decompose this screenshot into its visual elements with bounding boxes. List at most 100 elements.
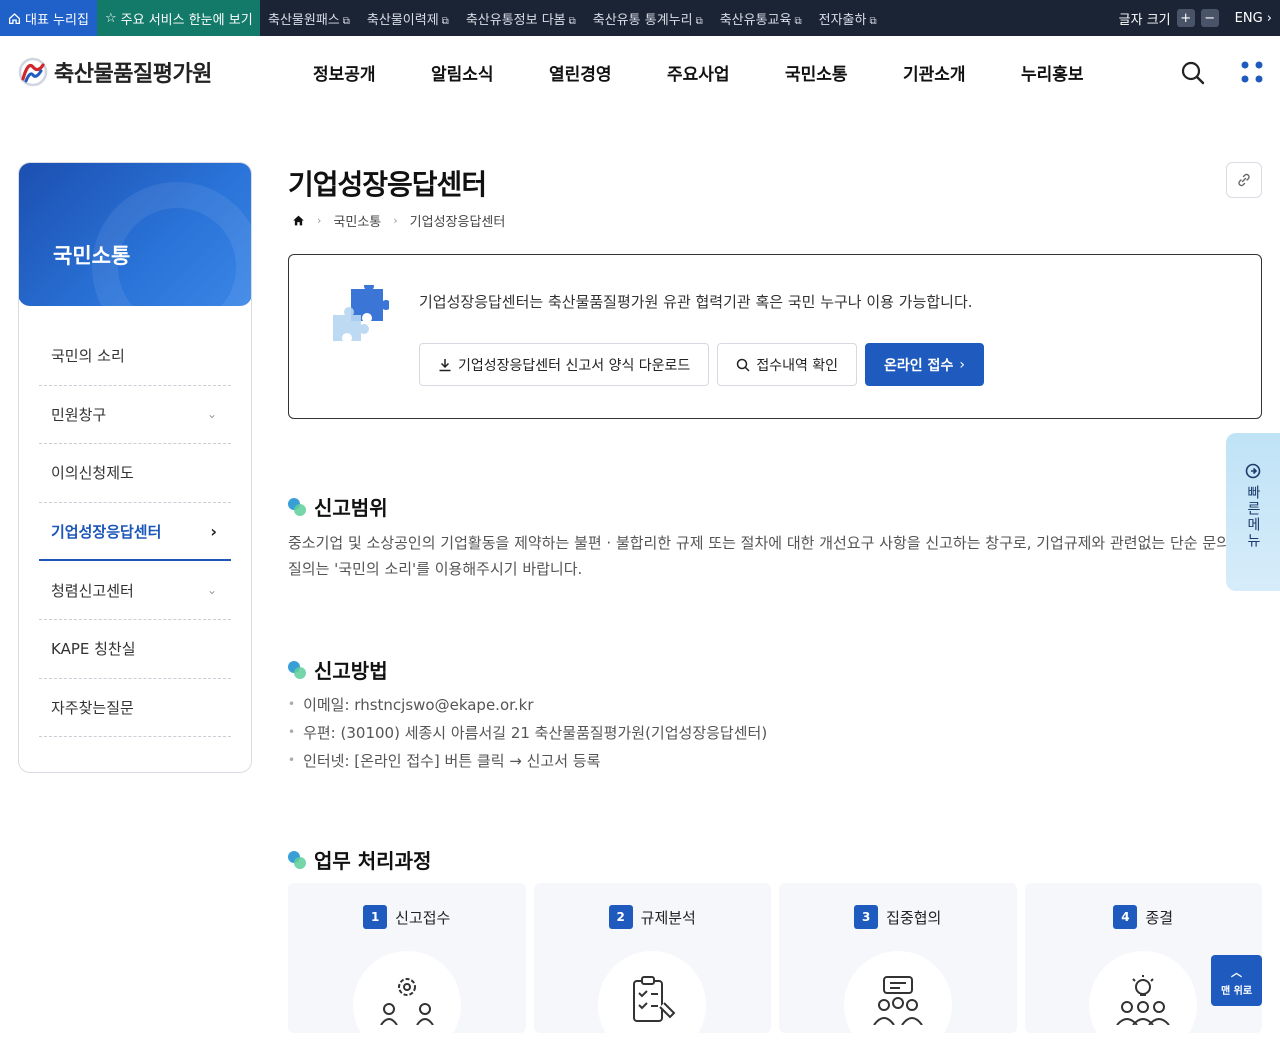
chevron-down-icon: ⌄: [206, 583, 217, 598]
side-item-civil-petition[interactable]: 민원창구 ⌄: [39, 386, 231, 445]
language-english-link[interactable]: ENG ›: [1235, 11, 1272, 26]
info-box: 기업성장응답센터는 축산물품질평가원 유관 협력기관 혹은 국민 누구나 이용 …: [288, 254, 1262, 419]
process-step: 3 집중협의: [779, 883, 1017, 1059]
nav-open-management[interactable]: 열린경영: [549, 60, 667, 85]
home-icon[interactable]: [292, 214, 305, 227]
info-description: 기업성장응답센터는 축산물품질평가원 유관 협력기관 혹은 국민 누구나 이용 …: [419, 293, 973, 311]
chevron-down-icon: ⌄: [206, 407, 217, 422]
breadcrumb-item[interactable]: 국민소통: [333, 211, 381, 230]
font-decrease-button[interactable]: −: [1200, 9, 1219, 27]
list-item: 인터넷: [온라인 접수] 버튼 클릭 → 신고서 등록: [288, 746, 767, 774]
chevron-up-icon: ︿: [1231, 966, 1242, 979]
side-nav-title: 국민소통: [53, 244, 131, 268]
link-dabom[interactable]: 축산유통정보 다봄 ⧉: [466, 9, 576, 28]
section-bullet-icon: [288, 850, 306, 869]
search-icon[interactable]: [1180, 60, 1206, 86]
site-header: 축산물품질평가원 정보공개 알림소식 열린경영 주요사업 국민소통 기관소개 누…: [0, 36, 1280, 108]
side-item-faq[interactable]: 자주찾는질문: [39, 679, 231, 738]
all-menu-icon[interactable]: [1240, 60, 1264, 84]
link-icon: [1238, 173, 1250, 187]
utility-bar: 대표 누리집 ☆ 주요 서비스 한눈에 보기 축산물원패스 ⧉ 축산물이력제 ⧉ 축…: [0, 0, 1280, 36]
services-overview-label: 주요 서비스 한눈에 보기: [120, 12, 253, 28]
scope-description: 중소기업 및 소상공인의 기업활동을 제약하는 불편 · 불합리한 규제 또는 …: [288, 534, 1226, 578]
list-item: 이메일: rhstncjswo@ekape.or.kr: [288, 690, 767, 718]
nav-public-communication[interactable]: 국민소통: [785, 60, 903, 85]
home-icon: [8, 12, 21, 24]
scroll-to-top-button[interactable]: ︿ 맨 위로: [1211, 955, 1262, 1006]
external-link-icon: ⧉: [342, 15, 350, 27]
link-traceability[interactable]: 축산물이력제 ⧉: [367, 9, 449, 28]
section-bullet-icon: [288, 497, 306, 516]
download-form-button[interactable]: 기업성장응답센터 신고서 양식 다운로드: [419, 343, 710, 386]
side-item-business-growth-center[interactable]: 기업성장응답센터 ›: [39, 503, 231, 562]
main-navigation: 정보공개 알림소식 열린경영 주요사업 국민소통 기관소개 누리홍보: [313, 60, 1139, 85]
services-overview-link[interactable]: ☆ 주요 서비스 한눈에 보기: [97, 0, 260, 36]
page-title: 기업성장응답센터: [288, 168, 487, 201]
list-item: 우편: (30100) 세종시 아름서길 21 축산물품질평가원(기업성장응답센…: [288, 718, 767, 746]
idea-team-icon: [1116, 975, 1171, 1025]
process-step: 1 신고접수: [288, 883, 526, 1059]
action-buttons: 기업성장응답센터 신고서 양식 다운로드 접수내역 확인 온라인 접수 ›: [419, 343, 984, 386]
share-link-button[interactable]: [1226, 162, 1262, 198]
link-statistics[interactable]: 축산유통 통계누리 ⧉: [593, 9, 703, 28]
check-receipt-button[interactable]: 접수내역 확인: [717, 343, 858, 386]
external-link-icon: ⧉: [869, 15, 877, 27]
quick-menu-icon: [1245, 463, 1261, 479]
chevron-right-icon: ›: [959, 356, 965, 373]
main-site-link[interactable]: 대표 누리집: [0, 0, 97, 36]
nav-promotion[interactable]: 누리홍보: [1021, 60, 1139, 85]
link-e-shipment[interactable]: 전자출하 ⧉: [819, 9, 877, 28]
nav-about[interactable]: 기관소개: [903, 60, 1021, 85]
font-size-label: 글자 크기: [1118, 12, 1171, 28]
step-number: 2: [608, 905, 633, 929]
process-step: 2 규제분석: [533, 883, 771, 1059]
font-increase-button[interactable]: +: [1176, 9, 1195, 27]
side-item-integrity-report[interactable]: 청렴신고센터 ⌄: [39, 561, 231, 620]
breadcrumb: › 국민소통 › 기업성장응답센터: [292, 211, 505, 230]
external-link-icon: ⧉: [794, 15, 802, 27]
site-logo[interactable]: 축산물품질평가원: [18, 56, 212, 88]
step-number: 1: [363, 905, 388, 929]
gears-team-icon: [379, 978, 434, 1025]
step-label: 신고접수: [395, 908, 451, 927]
section-title-method: 신고방법: [288, 655, 388, 684]
logo-mark-icon: [18, 57, 48, 87]
checklist-icon: [633, 976, 676, 1022]
chevron-right-icon: ›: [210, 521, 217, 541]
main-site-label: 대표 누리집: [25, 12, 89, 28]
section-title-process: 업무 처리과정: [288, 845, 431, 874]
breadcrumb-current[interactable]: 기업성장응답센터: [410, 211, 506, 230]
search-icon: [737, 358, 750, 372]
nav-info-disclosure[interactable]: 정보공개: [313, 60, 431, 85]
process-steps: 1 신고접수 2 규제분석 3 집중협의 4 종결: [288, 883, 1262, 1059]
side-navigation: 국민소통 국민의 소리 민원창구 ⌄ 이의신청제도 기업성장응답센터 › 청렴신고센…: [18, 162, 252, 773]
nav-news[interactable]: 알림소식: [431, 60, 549, 85]
step-label: 종결: [1145, 908, 1174, 927]
family-site-links: 축산물원패스 ⧉ 축산물이력제 ⧉ 축산유통정보 다봄 ⧉ 축산유통 통계누리 ⧉ 축산…: [268, 0, 877, 36]
step-label: 집중협의: [886, 908, 942, 927]
logo-text: 축산물품질평가원: [54, 62, 212, 87]
download-icon: [439, 358, 451, 371]
side-item-objection[interactable]: 이의신청제도: [39, 444, 231, 503]
side-item-voice-of-people[interactable]: 국민의 소리: [39, 327, 231, 386]
section-title-scope: 신고범위: [288, 492, 388, 521]
breadcrumb-separator: ›: [393, 214, 398, 227]
star-icon: ☆: [105, 10, 117, 26]
nav-main-business[interactable]: 주요사업: [667, 60, 785, 85]
step-number: 3: [854, 905, 879, 929]
link-education[interactable]: 축산유통교육 ⧉: [720, 9, 802, 28]
external-link-icon: ⧉: [568, 15, 576, 27]
step-label: 규제분석: [640, 908, 696, 927]
side-item-praise-room[interactable]: KAPE 칭찬실: [39, 620, 231, 679]
method-list: 이메일: rhstncjswo@ekape.or.kr 우편: (30100) …: [288, 690, 767, 774]
quick-menu-button[interactable]: 빠른메뉴: [1226, 433, 1280, 591]
side-nav-header: 국민소통: [19, 163, 251, 352]
quick-menu-label: 빠른메뉴: [1245, 485, 1261, 549]
external-link-icon: ⧉: [441, 15, 449, 27]
link-onepass[interactable]: 축산물원패스 ⧉: [268, 9, 350, 28]
step-number: 4: [1113, 905, 1138, 929]
puzzle-icon: [333, 285, 389, 341]
meeting-icon: [872, 976, 923, 1025]
online-submit-button[interactable]: 온라인 접수 ›: [865, 343, 984, 386]
utility-right: 글자 크기 + − ENG ›: [1119, 0, 1280, 36]
